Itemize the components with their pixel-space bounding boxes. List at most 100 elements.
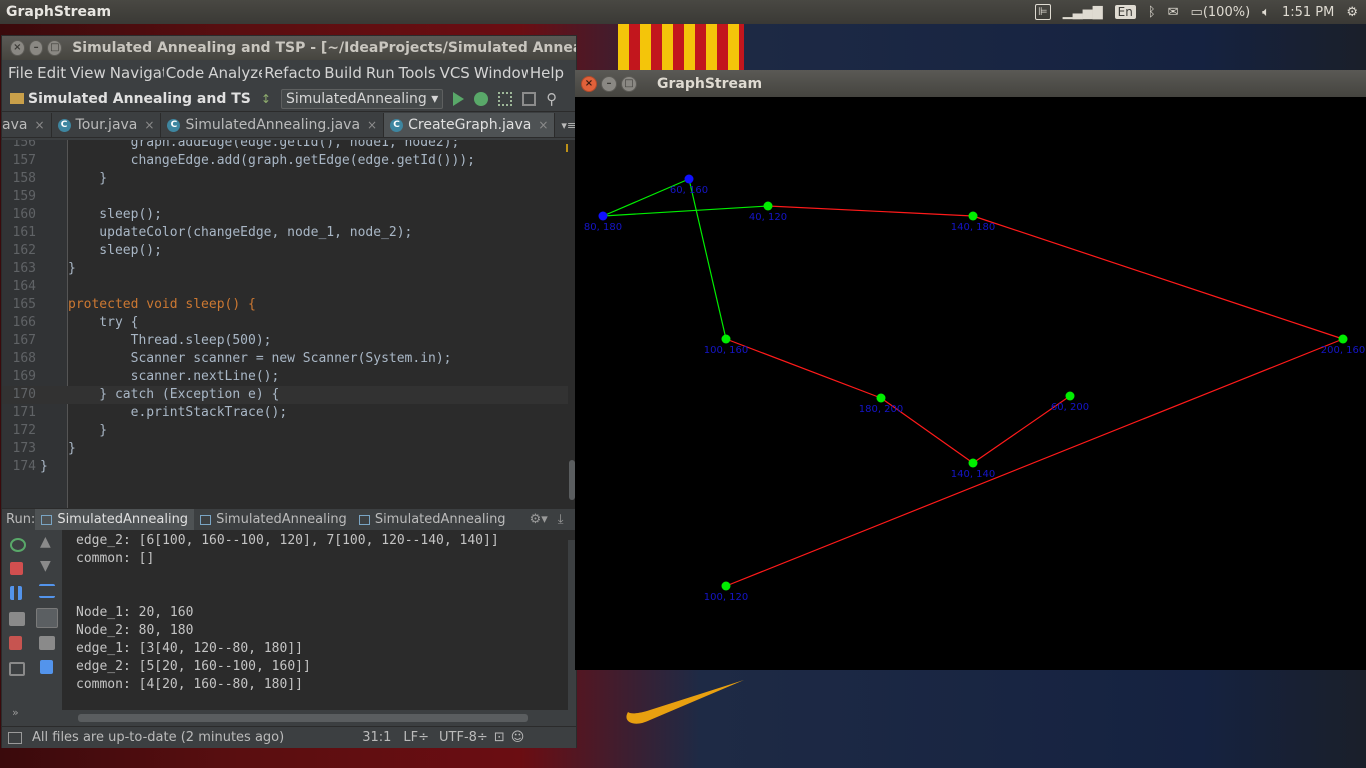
settings-gear-icon[interactable]: ⚙▾ — [530, 512, 548, 527]
menu-help[interactable]: Help — [528, 64, 566, 82]
exit-icon[interactable] — [9, 636, 22, 650]
scroll-to-end-icon[interactable] — [36, 608, 58, 628]
camera-icon[interactable] — [9, 612, 25, 626]
trash-icon[interactable] — [40, 660, 53, 674]
top-panel: GraphStream ⊫ ▁▃▅▇ En ᛒ ✉ ▭(100%) 🔈︎ 1:5… — [0, 0, 1366, 24]
graph-node-label: 80, 180 — [584, 222, 622, 233]
stop-icon[interactable] — [10, 562, 23, 575]
graph-node-d[interactable] — [968, 211, 978, 221]
pause-icon[interactable] — [10, 586, 22, 600]
clock[interactable]: 1:51 PM — [1282, 5, 1334, 20]
console-line: Node_2: 80, 180 — [76, 623, 194, 638]
line-number: 163 — [12, 261, 36, 276]
maximize-button[interactable]: □ — [47, 40, 63, 56]
up-arrow-icon[interactable]: ▲ — [40, 534, 51, 550]
search-icon[interactable]: ⚲ — [546, 90, 557, 108]
file-encoding[interactable]: UTF-8÷ — [439, 730, 488, 745]
graph-edge-d-e — [972, 215, 1344, 340]
structure-icon[interactable] — [522, 91, 537, 106]
run-tab[interactable]: SimulatedAnnealing — [353, 509, 512, 531]
console-horizontal-scrollbar[interactable] — [78, 714, 528, 722]
close-button[interactable]: × — [581, 75, 597, 92]
menu-tools[interactable]: Tools — [397, 64, 438, 82]
graph-titlebar[interactable]: × – □ GraphStream — [575, 70, 1366, 97]
network-indicator-icon[interactable]: ⊫ — [1035, 4, 1051, 20]
line-number: 170 — [12, 387, 36, 402]
tab-creategraph-java[interactable]: C CreateGraph.java × — [384, 113, 556, 137]
menu-view[interactable]: View — [68, 64, 108, 82]
code-line: 171 e.printStackTrace(); — [2, 404, 576, 422]
menu-navigate[interactable]: Navigate — [108, 64, 164, 82]
menu-vcs[interactable]: VCS — [438, 64, 472, 82]
coverage-icon[interactable] — [498, 91, 513, 106]
tab-simulatedannealing-java[interactable]: C SimulatedAnnealing.java × — [161, 113, 385, 137]
menu-file[interactable]: File — [6, 64, 35, 82]
run-config-select[interactable]: SimulatedAnnealing ▾ — [280, 88, 444, 109]
menu-edit[interactable]: Edit — [35, 64, 68, 82]
code-editor[interactable]: 156 graph.addEdge(edge.getId(), node1, n… — [2, 140, 576, 540]
ide-titlebar[interactable]: × – □ Simulated Annealing and TSP - [~/I… — [2, 36, 576, 60]
battery-indicator[interactable]: ▭(100%) — [1191, 5, 1251, 20]
keyboard-indicator[interactable]: En — [1114, 5, 1136, 19]
close-button[interactable]: × — [10, 40, 25, 56]
expand-icon[interactable]: » — [12, 706, 19, 719]
minimize-button[interactable]: – — [601, 75, 617, 92]
signal-icon[interactable]: ▁▃▅▇ — [1063, 5, 1103, 20]
close-tab-icon[interactable]: × — [367, 118, 377, 132]
run-tab[interactable]: SimulatedAnnealing — [35, 508, 195, 531]
run-icon[interactable] — [453, 91, 465, 106]
graph-node-c[interactable] — [763, 201, 773, 211]
tool-windows-icon[interactable] — [8, 731, 22, 744]
console-output[interactable]: edge_2: [6[100, 160--100, 120], 7[100, 1… — [62, 530, 568, 710]
maximize-button[interactable]: □ — [621, 75, 637, 92]
code-line-current: 170 } catch (Exception e) { — [2, 386, 576, 404]
lock-icon[interactable]: ⊡ — [494, 730, 505, 745]
sort-icon[interactable]: ↕ — [261, 92, 271, 106]
bluetooth-icon[interactable]: ᛒ — [1148, 5, 1156, 20]
menu-code[interactable]: Code — [164, 64, 206, 82]
line-separator[interactable]: LF÷ — [403, 730, 429, 745]
menu-window[interactable]: Window — [472, 64, 528, 82]
debug-icon[interactable] — [474, 91, 489, 106]
project-name[interactable]: Simulated Annealing and TS — [28, 91, 251, 107]
graph-node-h[interactable] — [1065, 391, 1075, 401]
code-text: } — [68, 441, 76, 456]
volume-icon[interactable]: 🔈︎ — [1262, 5, 1270, 20]
tab-tour-java[interactable]: C Tour.java × — [52, 113, 162, 137]
tab-label: ava — [2, 117, 28, 133]
minimize-button[interactable]: – — [28, 40, 44, 56]
graph-canvas[interactable]: 80, 180 60, 160 40, 120 140, 180 200, 160 100… — [575, 97, 1366, 670]
graph-node-e[interactable] — [1338, 334, 1348, 344]
down-arrow-icon[interactable]: ▼ — [40, 558, 51, 574]
graph-edge-c-d — [767, 205, 974, 217]
graph-node-i[interactable] — [968, 458, 978, 468]
menu-run[interactable]: Run — [364, 64, 397, 82]
close-tab-icon[interactable]: × — [34, 118, 44, 132]
inspector-icon[interactable]: ☺ — [511, 730, 525, 745]
close-tab-icon[interactable]: × — [144, 118, 154, 132]
menu-build[interactable]: Build — [322, 64, 364, 82]
graph-node-label: 200, 160 — [1321, 345, 1366, 356]
tabs-overflow-button[interactable]: ▾≡ — [555, 113, 576, 137]
caret-position[interactable]: 31:1 — [362, 730, 391, 745]
wrap-icon[interactable] — [39, 584, 55, 598]
graph-window-title: GraphStream — [657, 75, 763, 92]
graph-node-j[interactable] — [721, 581, 731, 591]
gear-icon[interactable]: ⚙ — [1346, 5, 1358, 20]
close-tab-icon[interactable]: × — [538, 118, 548, 132]
graph-node-b[interactable] — [684, 174, 694, 184]
rerun-icon[interactable] — [10, 538, 26, 552]
menu-analyze[interactable]: Analyze — [206, 64, 262, 82]
hide-panel-icon[interactable]: ⤓ — [558, 512, 564, 527]
layout-icon[interactable] — [9, 662, 25, 676]
run-tab[interactable]: SimulatedAnnealing — [194, 509, 353, 531]
code-text: } — [68, 171, 108, 186]
menu-refactor[interactable]: Refactor — [262, 64, 322, 82]
graph-node-g[interactable] — [876, 393, 886, 403]
tab-hidden-java[interactable]: ava × — [2, 113, 52, 137]
active-app-title: GraphStream — [6, 4, 112, 20]
graph-node-f[interactable] — [721, 334, 731, 344]
print-icon[interactable] — [39, 636, 55, 650]
graph-node-a[interactable] — [598, 211, 608, 221]
mail-icon[interactable]: ✉ — [1168, 5, 1179, 20]
